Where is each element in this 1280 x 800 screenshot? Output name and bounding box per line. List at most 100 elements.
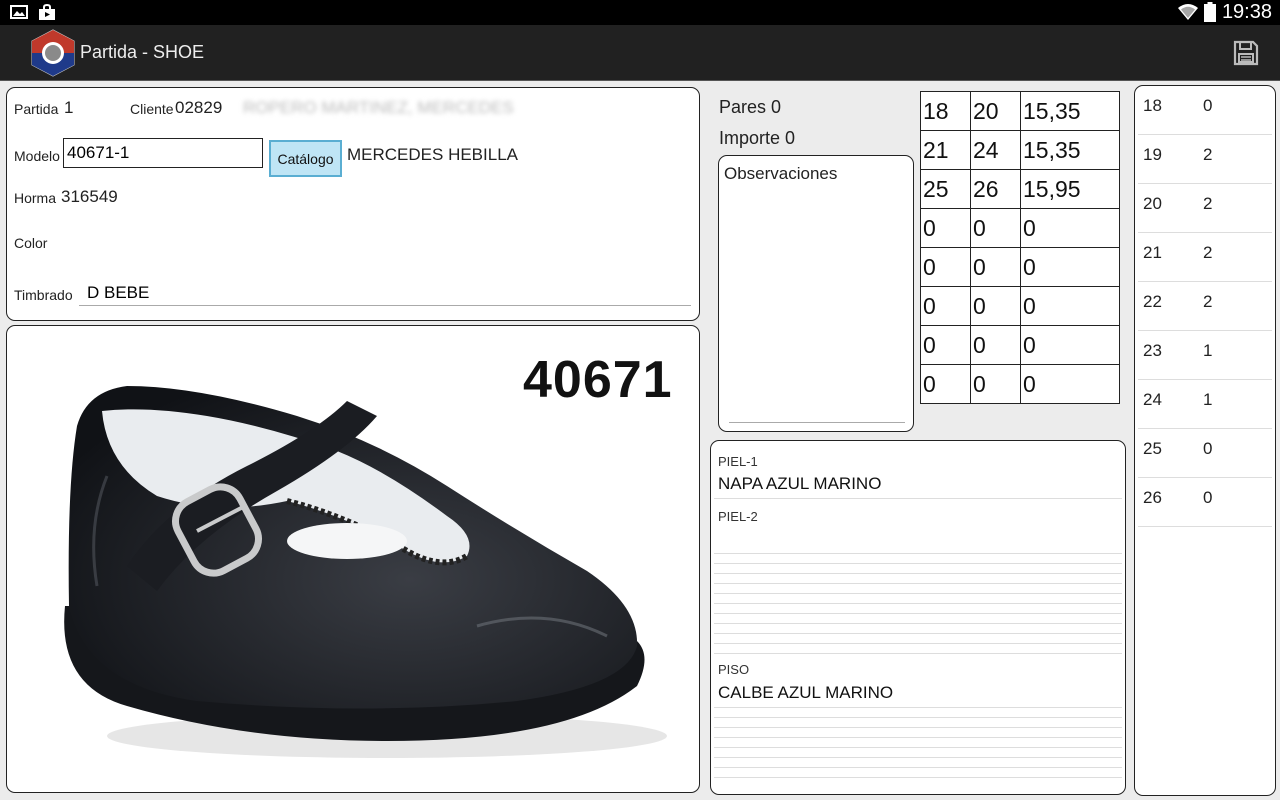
size-quantity: 0 xyxy=(1203,96,1213,115)
price-cell-to[interactable]: 0 xyxy=(970,325,1021,365)
price-cell-from[interactable]: 0 xyxy=(920,325,971,365)
price-cell-price[interactable]: 0 xyxy=(1020,247,1120,287)
image-icon xyxy=(10,5,28,19)
price-cell-from[interactable]: 21 xyxy=(920,130,971,170)
clock: 19:38 xyxy=(1221,1,1272,23)
price-cell-price[interactable]: 15,35 xyxy=(1020,91,1120,131)
timbrado-input[interactable] xyxy=(79,280,691,306)
size-row[interactable]: 20 2 xyxy=(1138,184,1272,233)
price-cell-to[interactable]: 26 xyxy=(970,169,1021,209)
color-label: Color xyxy=(14,235,48,251)
modelo-input[interactable] xyxy=(63,138,263,168)
price-row: 18 20 15,35 xyxy=(920,91,1120,131)
divider xyxy=(714,757,1122,758)
size-row[interactable]: 24 1 xyxy=(1138,380,1272,429)
app-title: Partida - SHOE xyxy=(80,42,205,62)
piel1-label: PIEL-1 xyxy=(718,454,758,469)
price-row: 25 26 15,95 xyxy=(920,169,1120,209)
price-row: 0 0 0 xyxy=(920,247,1120,287)
price-cell-price[interactable]: 0 xyxy=(1020,208,1120,248)
importe-value: 0 xyxy=(785,128,796,148)
shoe-image xyxy=(64,386,667,758)
divider xyxy=(714,653,1122,654)
piso-value: CALBE AZUL MARINO xyxy=(718,683,894,702)
materials-panel: PIEL-1 NAPA AZUL MARINO PIEL-2 PISO CALB… xyxy=(710,440,1126,795)
divider xyxy=(714,623,1122,624)
size-row[interactable]: 25 0 xyxy=(1138,429,1272,478)
size-row[interactable]: 19 2 xyxy=(1138,135,1272,184)
price-row: 0 0 0 xyxy=(920,208,1120,248)
divider xyxy=(714,767,1122,768)
price-cell-from[interactable]: 0 xyxy=(920,286,971,326)
price-row: 21 24 15,35 xyxy=(920,130,1120,170)
divider xyxy=(714,553,1122,554)
size-number: 24 xyxy=(1143,390,1162,409)
save-icon[interactable] xyxy=(1232,39,1260,67)
price-cell-to[interactable]: 0 xyxy=(970,247,1021,287)
observaciones-label: Observaciones xyxy=(724,164,838,183)
divider xyxy=(714,643,1122,644)
price-cell-from[interactable]: 0 xyxy=(920,247,971,287)
size-quantity: 1 xyxy=(1203,390,1213,409)
price-cell-price[interactable]: 15,35 xyxy=(1020,130,1120,170)
size-quantity: 2 xyxy=(1203,145,1213,164)
size-number: 26 xyxy=(1143,488,1162,507)
pares-label: Pares xyxy=(719,97,767,117)
app-logo[interactable] xyxy=(30,29,76,77)
pares-value: 0 xyxy=(771,97,782,117)
divider xyxy=(714,613,1122,614)
status-bar: 19:38 xyxy=(0,0,1280,25)
size-row[interactable]: 21 2 xyxy=(1138,233,1272,282)
divider xyxy=(714,573,1122,574)
divider xyxy=(714,603,1122,604)
size-row[interactable]: 26 0 xyxy=(1138,478,1272,527)
catalogo-button[interactable]: Catálogo xyxy=(269,140,342,177)
size-row[interactable]: 18 0 xyxy=(1138,86,1272,135)
price-cell-from[interactable]: 18 xyxy=(920,91,971,131)
horma-label: Horma xyxy=(14,190,57,206)
price-cell-price[interactable]: 0 xyxy=(1020,364,1120,404)
price-cell-from[interactable]: 0 xyxy=(920,208,971,248)
divider xyxy=(714,583,1122,584)
divider xyxy=(714,593,1122,594)
modelo-label: Modelo xyxy=(14,148,60,164)
size-number: 23 xyxy=(1143,341,1162,360)
price-row: 0 0 0 xyxy=(920,325,1120,365)
app-bar: Partida - SHOE xyxy=(0,25,1280,81)
piel1-value: NAPA AZUL MARINO xyxy=(718,474,882,493)
price-cell-to[interactable]: 20 xyxy=(970,91,1021,131)
partida-value: 1 xyxy=(64,98,74,117)
price-cell-price[interactable]: 15,95 xyxy=(1020,169,1120,209)
price-cell-to[interactable]: 24 xyxy=(970,130,1021,170)
shopping-bag-icon xyxy=(39,4,55,20)
size-row[interactable]: 22 2 xyxy=(1138,282,1272,331)
price-cell-price[interactable]: 0 xyxy=(1020,325,1120,365)
price-cell-from[interactable]: 0 xyxy=(920,364,971,404)
product-image-panel: 40671 xyxy=(6,325,700,793)
price-grid: 18 20 15,35 21 24 15,35 25 26 15,95 0 0 … xyxy=(920,91,1120,404)
size-quantity: 0 xyxy=(1203,439,1213,458)
battery-icon xyxy=(1203,2,1216,22)
price-cell-to[interactable]: 0 xyxy=(970,286,1021,326)
cliente-value: 02829 xyxy=(175,98,223,117)
divider xyxy=(714,633,1122,634)
size-row[interactable]: 23 1 xyxy=(1138,331,1272,380)
price-cell-to[interactable]: 0 xyxy=(970,208,1021,248)
modelo-name: MERCEDES HEBILLA xyxy=(347,145,518,164)
size-quantity: 2 xyxy=(1203,243,1213,262)
divider xyxy=(714,727,1122,728)
price-cell-to[interactable]: 0 xyxy=(970,364,1021,404)
price-cell-price[interactable]: 0 xyxy=(1020,286,1120,326)
partida-label: Partida xyxy=(14,101,59,117)
price-row: 0 0 0 xyxy=(920,286,1120,326)
cliente-name: ROPERO MARTINEZ, MERCEDES xyxy=(243,98,514,117)
divider xyxy=(714,747,1122,748)
observaciones-field[interactable]: Observaciones xyxy=(718,155,914,432)
price-cell-from[interactable]: 25 xyxy=(920,169,971,209)
sizes-list: 18 0 19 2 20 2 21 2 22 2 23 1 24 1 25 0 … xyxy=(1134,85,1276,796)
importe-label: Importe xyxy=(719,128,781,148)
size-number: 19 xyxy=(1143,145,1162,164)
size-quantity: 1 xyxy=(1203,341,1213,360)
price-row: 0 0 0 xyxy=(920,364,1120,404)
importe-line: Importe 0 xyxy=(719,128,795,149)
